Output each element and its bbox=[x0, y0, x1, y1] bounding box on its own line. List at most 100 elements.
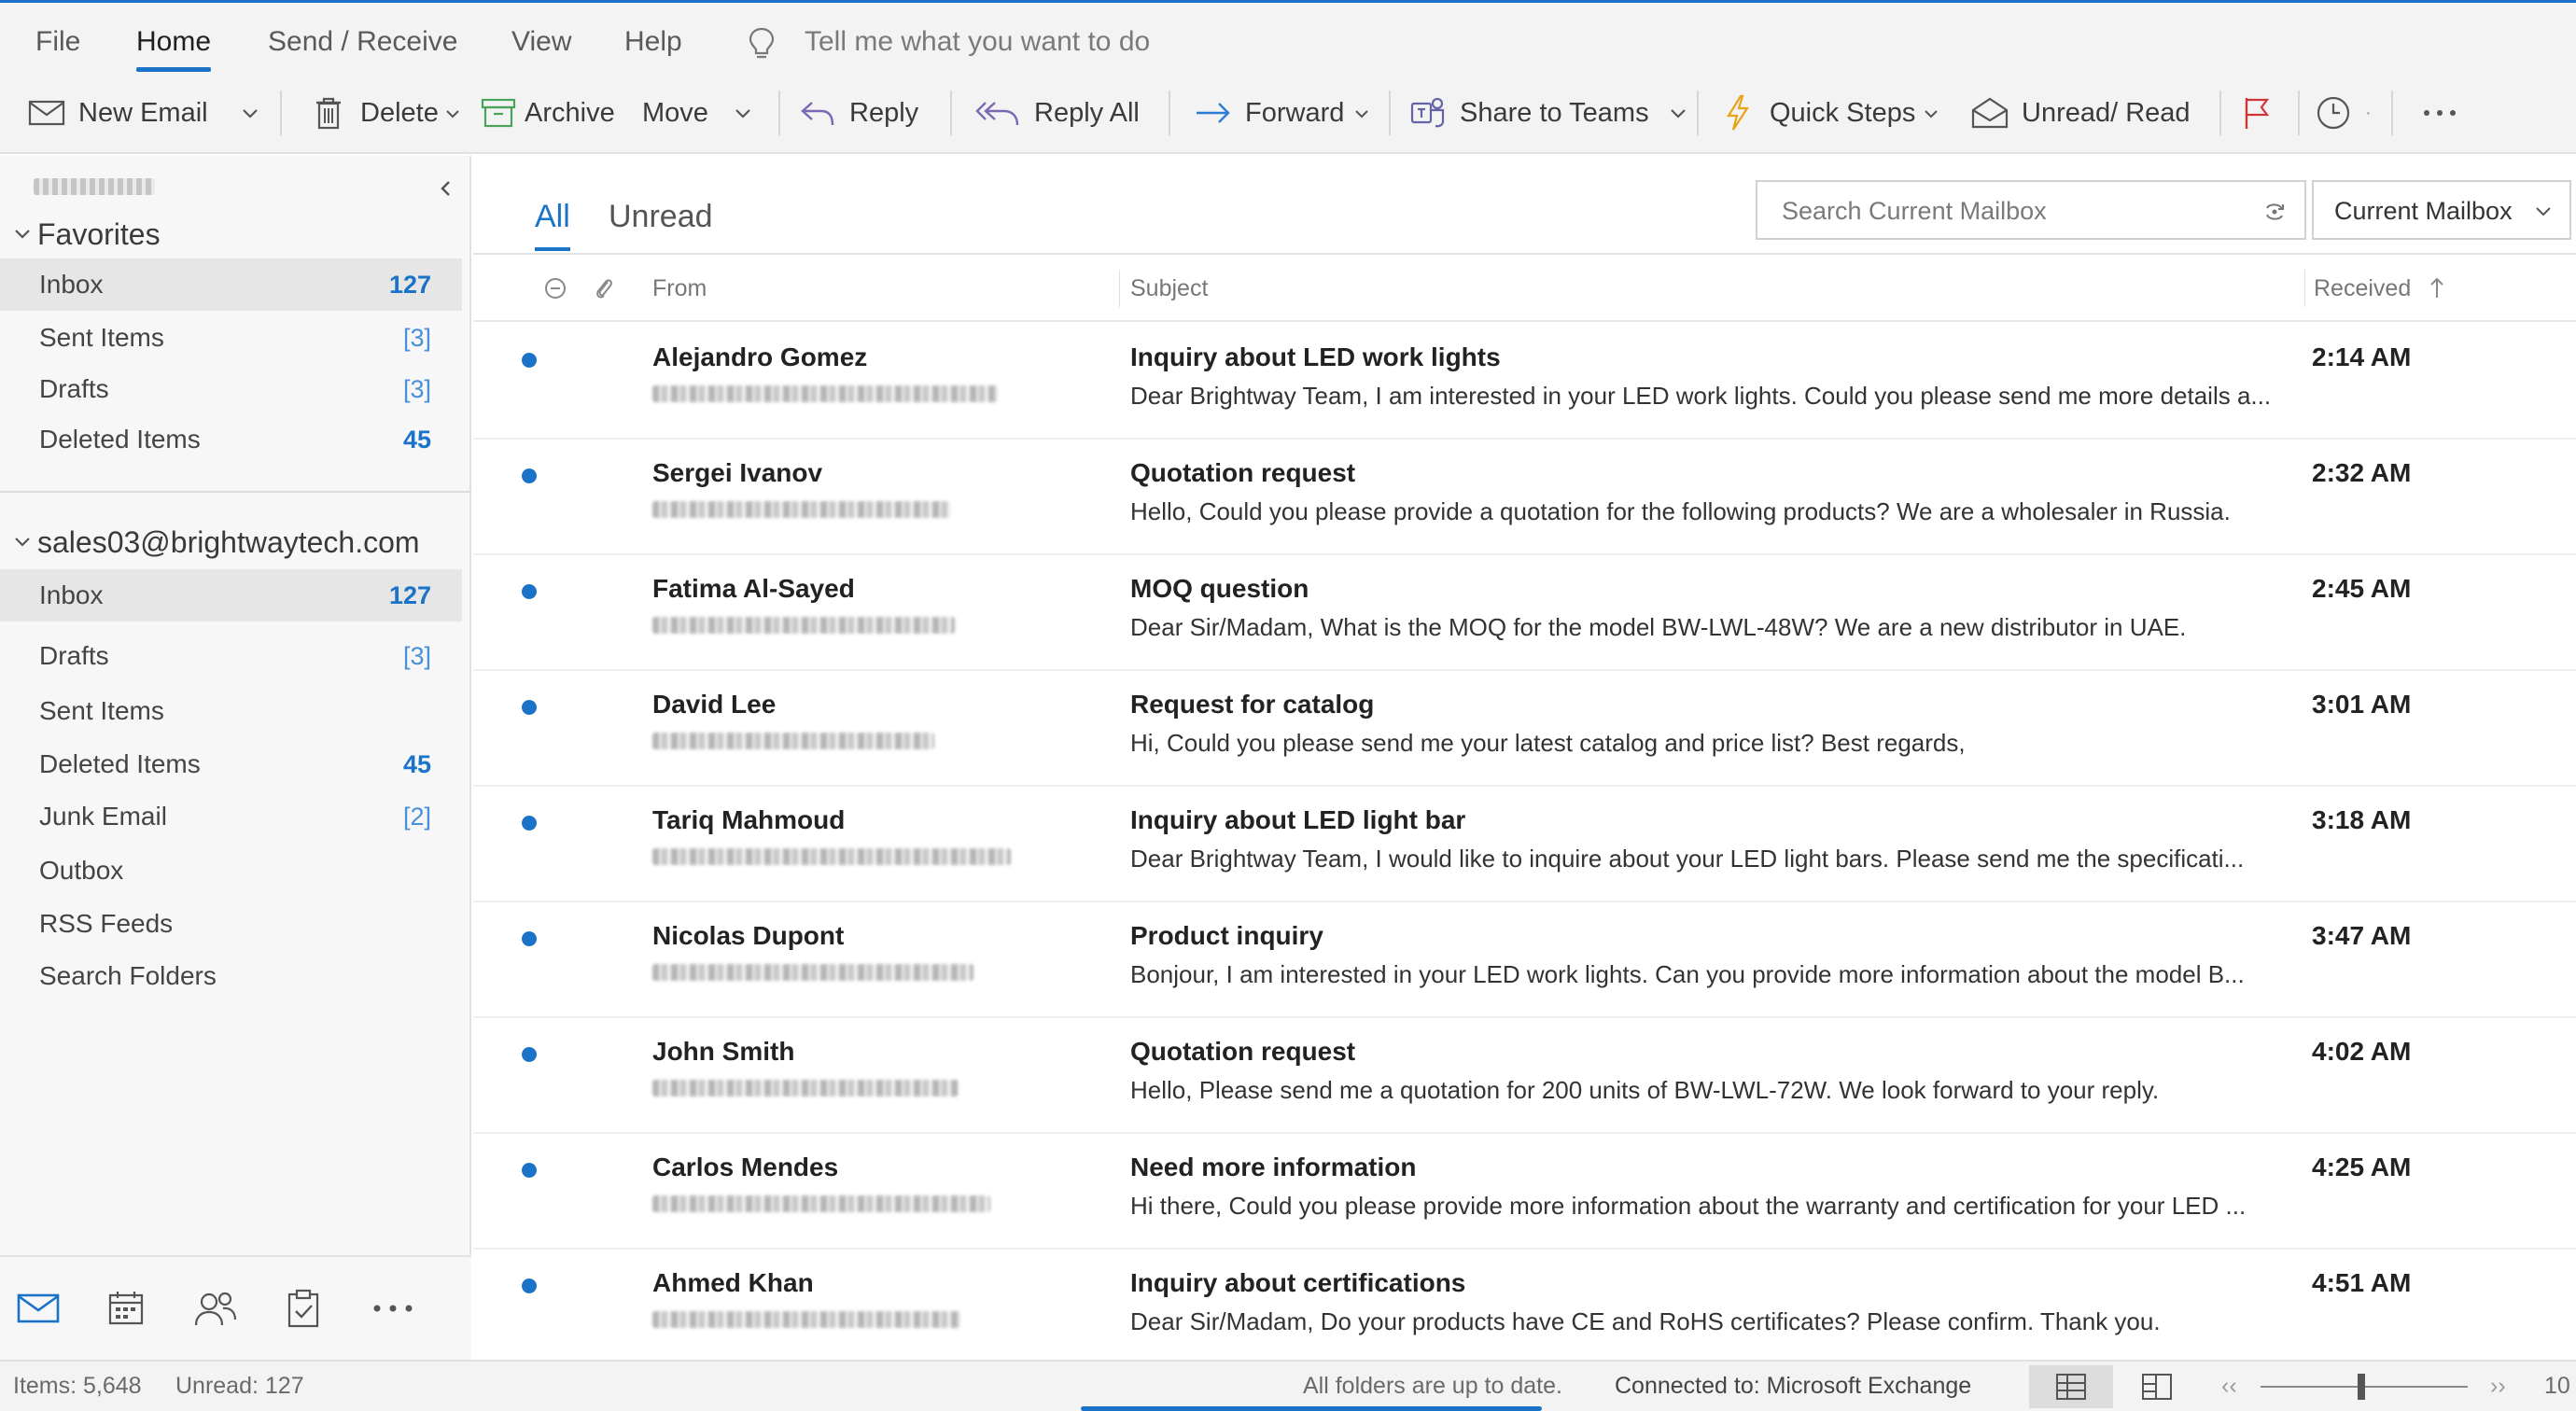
reply-all-button[interactable]: Reply All bbox=[973, 81, 1140, 145]
sort-arrow-icon[interactable] bbox=[2428, 275, 2446, 301]
received-time: 3:18 AM bbox=[2312, 805, 2412, 834]
unread-read-button[interactable]: Unread/ Read bbox=[1969, 81, 2191, 145]
tasks-icon[interactable] bbox=[280, 1285, 327, 1332]
folder-label: Search Folders bbox=[39, 961, 217, 990]
message-row[interactable]: Alejandro Gomez Inquiry about LED work l… bbox=[473, 324, 2576, 440]
tab-help[interactable]: Help bbox=[624, 21, 682, 63]
calendar-icon[interactable] bbox=[103, 1285, 149, 1332]
folder-sent-items[interactable]: Sent Items bbox=[0, 685, 462, 737]
normal-view-button[interactable] bbox=[2029, 1365, 2113, 1408]
flag-button[interactable] bbox=[2236, 81, 2289, 145]
chevron-down-icon[interactable] bbox=[444, 103, 465, 123]
status-bar: Items: 5,648 Unread: 127 All folders are… bbox=[0, 1360, 2576, 1411]
importance-column-icon[interactable] bbox=[542, 275, 568, 301]
message-row[interactable]: Fatima Al-Sayed MOQ question Dear Sir/Ma… bbox=[473, 555, 2576, 671]
search-scope-dropdown[interactable]: Current Mailbox bbox=[2312, 180, 2571, 240]
move-button[interactable]: Move bbox=[642, 81, 753, 145]
message-row[interactable]: Ahmed Khan Inquiry about certifications … bbox=[473, 1250, 2576, 1365]
chevron-down-icon[interactable] bbox=[1353, 103, 1374, 123]
delete-button[interactable]: Delete bbox=[308, 81, 465, 145]
subject-column-header[interactable]: Subject bbox=[1130, 255, 1208, 322]
chevron-down-icon[interactable] bbox=[240, 103, 260, 123]
folder-deleted-items[interactable]: Deleted Items 45 bbox=[0, 738, 462, 790]
forward-label: Forward bbox=[1245, 97, 1345, 128]
tab-send-receive[interactable]: Send / Receive bbox=[268, 21, 457, 63]
folder-inbox[interactable]: Inbox 127 bbox=[0, 569, 462, 622]
item-count: [2] bbox=[402, 803, 431, 831]
folder-junk-email[interactable]: Junk Email [2] bbox=[0, 790, 462, 843]
folder-rss-feeds[interactable]: RSS Feeds bbox=[0, 898, 462, 950]
people-icon[interactable] bbox=[192, 1285, 239, 1332]
search-options-icon[interactable] bbox=[2261, 199, 2288, 225]
folder-label: RSS Feeds bbox=[39, 909, 174, 938]
reply-label: Reply bbox=[849, 97, 919, 128]
forward-button[interactable]: Forward bbox=[1193, 81, 1374, 145]
favorites-item-sent[interactable]: Sent Items [3] bbox=[0, 312, 462, 364]
chevron-down-icon[interactable] bbox=[1923, 103, 1943, 123]
chevron-down-icon[interactable] bbox=[1668, 103, 1688, 123]
filter-tab-all[interactable]: All bbox=[535, 193, 570, 251]
search-scope-value: Current Mailbox bbox=[2334, 197, 2513, 225]
folder-search-folders[interactable]: Search Folders bbox=[0, 950, 462, 1002]
message-row[interactable]: Nicolas Dupont Product inquiry Bonjour, … bbox=[473, 902, 2576, 1018]
reply-button[interactable]: Reply bbox=[797, 81, 918, 145]
folder-label: Drafts bbox=[39, 374, 109, 403]
lightning-icon bbox=[1717, 92, 1758, 133]
tab-file[interactable]: File bbox=[35, 21, 80, 63]
message-preview: Dear Brightway Team, I would like to inq… bbox=[1130, 845, 2245, 873]
search-placeholder: Search Current Mailbox bbox=[1782, 197, 2047, 225]
message-row[interactable]: David Lee Request for catalog Hi, Could … bbox=[473, 671, 2576, 787]
filter-tab-unread[interactable]: Unread bbox=[609, 193, 713, 240]
collapse-pane-button[interactable] bbox=[431, 175, 459, 203]
redacted-sender-email bbox=[652, 501, 951, 518]
zoom-in-icon[interactable]: ›› bbox=[2490, 1362, 2506, 1411]
message-row[interactable]: Tariq Mahmoud Inquiry about LED light ba… bbox=[473, 787, 2576, 902]
redacted-sender-email bbox=[652, 964, 973, 981]
favorites-item-deleted[interactable]: Deleted Items 45 bbox=[0, 413, 462, 466]
zoom-slider-thumb[interactable] bbox=[2358, 1374, 2365, 1400]
from-column-header[interactable]: From bbox=[652, 255, 707, 322]
redacted-sender-email bbox=[652, 1195, 990, 1212]
share-to-teams-button[interactable]: Share to Teams bbox=[1407, 81, 1688, 145]
received-time: 2:32 AM bbox=[2312, 458, 2412, 487]
received-column-header[interactable]: Received bbox=[2314, 255, 2411, 322]
unread-indicator bbox=[522, 700, 537, 715]
chevron-down-icon[interactable]: · bbox=[2365, 103, 2372, 124]
attachment-column-icon[interactable] bbox=[591, 275, 617, 301]
more-options-button[interactable] bbox=[2419, 81, 2471, 145]
mail-icon[interactable] bbox=[15, 1285, 62, 1332]
zoom-out-icon[interactable]: ‹‹ bbox=[2221, 1362, 2237, 1411]
reply-all-label: Reply All bbox=[1034, 97, 1140, 128]
archive-button[interactable]: Archive bbox=[478, 81, 615, 145]
tab-home[interactable]: Home bbox=[136, 21, 212, 72]
folder-outbox[interactable]: Outbox bbox=[0, 845, 462, 897]
ribbon: File Home Send / Receive View Help Tell … bbox=[0, 3, 2576, 154]
reply-all-icon bbox=[973, 92, 1023, 133]
sender-name: Ahmed Khan bbox=[652, 1268, 814, 1297]
received-time: 2:14 AM bbox=[2312, 342, 2412, 371]
more-apps-icon[interactable] bbox=[370, 1285, 416, 1332]
reminder-button[interactable]: · bbox=[2313, 81, 2372, 145]
new-email-button[interactable]: New Email bbox=[26, 81, 260, 145]
archive-icon bbox=[478, 92, 519, 133]
toolbar-divider bbox=[2298, 91, 2300, 135]
quick-steps-button[interactable]: Quick Steps bbox=[1717, 81, 1943, 145]
tab-view[interactable]: View bbox=[511, 21, 571, 63]
message-list-pane: All Unread Search Current Mailbox Curren… bbox=[473, 156, 2576, 1360]
unread-count: 127 bbox=[388, 581, 431, 609]
sender-name: John Smith bbox=[652, 1037, 795, 1066]
reading-view-button[interactable] bbox=[2115, 1365, 2199, 1408]
favorites-item-drafts[interactable]: Drafts [3] bbox=[0, 363, 462, 415]
account-email: sales03@brightwaytech.com bbox=[37, 525, 420, 559]
toolbar-divider bbox=[2219, 91, 2221, 135]
open-envelope-icon bbox=[1969, 92, 2010, 133]
message-row[interactable]: Sergei Ivanov Quotation request Hello, C… bbox=[473, 440, 2576, 555]
search-input[interactable]: Search Current Mailbox bbox=[1756, 180, 2306, 240]
message-row[interactable]: Carlos Mendes Need more information Hi t… bbox=[473, 1134, 2576, 1250]
favorites-item-inbox[interactable]: Inbox 127 bbox=[0, 258, 462, 311]
message-row[interactable]: John Smith Quotation request Hello, Plea… bbox=[473, 1018, 2576, 1134]
toolbar-divider bbox=[1389, 91, 1391, 135]
received-time: 4:25 AM bbox=[2312, 1153, 2412, 1181]
chevron-down-icon[interactable] bbox=[733, 103, 753, 123]
folder-drafts[interactable]: Drafts [3] bbox=[0, 630, 462, 682]
